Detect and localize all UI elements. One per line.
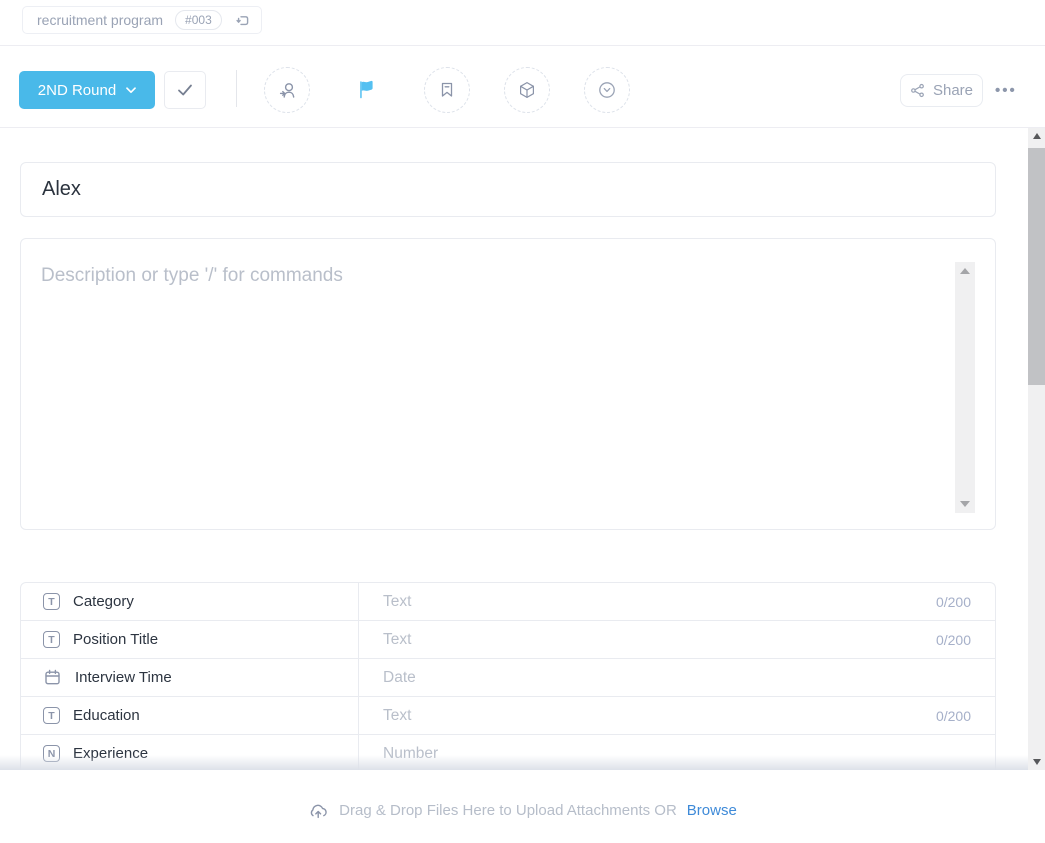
scroll-down-icon	[1033, 759, 1041, 765]
priority-flag-button[interactable]	[352, 76, 380, 104]
add-assignee-button[interactable]	[264, 67, 310, 113]
field-name-cell[interactable]: T Education	[21, 697, 359, 734]
cube-icon	[517, 80, 537, 100]
field-name-cell[interactable]: N Experience	[21, 735, 359, 770]
number-field-icon: N	[43, 745, 60, 762]
chevron-down-icon	[126, 87, 136, 94]
field-value-placeholder: Date	[383, 669, 416, 687]
scrollbar-up-button[interactable]	[1028, 128, 1045, 144]
complete-task-button[interactable]	[164, 71, 206, 109]
field-value-placeholder: Text	[383, 593, 411, 611]
custom-fields-table: T Category Text 0/200 T Position Title T…	[20, 582, 996, 770]
table-row: T Position Title Text 0/200	[21, 621, 995, 659]
field-value-cell[interactable]: Text 0/200	[359, 621, 995, 658]
share-label: Share	[933, 82, 973, 99]
field-value-cell[interactable]: Text 0/200	[359, 697, 995, 734]
scroll-down-icon[interactable]	[960, 501, 970, 507]
bookmark-icon	[437, 80, 457, 100]
scroll-up-icon[interactable]	[960, 268, 970, 274]
cloud-upload-icon	[308, 802, 329, 819]
field-value-placeholder: Text	[383, 631, 411, 649]
move-task-icon[interactable]	[234, 12, 251, 29]
header-bar: recruitment program #003	[0, 0, 1045, 46]
task-title-input[interactable]: Alex	[20, 162, 996, 217]
check-icon	[176, 82, 194, 98]
table-row: N Experience Number	[21, 735, 995, 770]
field-value-placeholder: Number	[383, 745, 438, 763]
share-button[interactable]: Share	[900, 74, 983, 107]
field-label: Interview Time	[75, 669, 172, 686]
table-row: Interview Time Date	[21, 659, 995, 697]
field-value-cell[interactable]: Date	[359, 659, 995, 696]
attachment-drop-zone[interactable]: Drag & Drop Files Here to Upload Attachm…	[0, 770, 1045, 843]
toolbar-divider	[236, 70, 237, 107]
task-title: Alex	[42, 178, 81, 201]
date-field-icon	[43, 668, 62, 687]
breadcrumb[interactable]: recruitment program #003	[22, 6, 262, 34]
status-automation-button[interactable]	[584, 67, 630, 113]
task-content: Alex Description or type '/' for command…	[0, 128, 1045, 770]
toolbar: 2ND Round	[0, 46, 1045, 128]
list-name: recruitment program	[37, 12, 163, 28]
ellipsis-icon: •••	[995, 82, 1017, 99]
field-label: Category	[73, 593, 134, 610]
field-label: Experience	[73, 745, 148, 762]
table-row: T Category Text 0/200	[21, 583, 995, 621]
text-field-icon: T	[43, 631, 60, 648]
description-placeholder: Description or type '/' for commands	[41, 265, 343, 287]
field-name-cell[interactable]: T Category	[21, 583, 359, 620]
field-value-cell[interactable]: Text 0/200	[359, 583, 995, 620]
field-value-placeholder: Text	[383, 707, 411, 725]
field-value-cell[interactable]: Number	[359, 735, 995, 770]
field-name-cell[interactable]: T Position Title	[21, 621, 359, 658]
circle-chevron-icon	[596, 79, 618, 101]
field-label: Education	[73, 707, 140, 724]
status-label: 2ND Round	[38, 82, 116, 99]
char-counter: 0/200	[936, 708, 971, 724]
char-counter: 0/200	[936, 632, 971, 648]
drop-files-label: Drag & Drop Files Here to Upload Attachm…	[339, 802, 677, 819]
dependencies-button[interactable]	[504, 67, 550, 113]
task-id-badge: #003	[175, 10, 222, 30]
description-scrollbar[interactable]	[955, 262, 975, 513]
char-counter: 0/200	[936, 594, 971, 610]
field-label: Position Title	[73, 631, 158, 648]
text-field-icon: T	[43, 707, 60, 724]
page-scrollbar[interactable]	[1028, 128, 1045, 770]
scrollbar-down-button[interactable]	[1028, 754, 1045, 770]
share-icon	[910, 83, 925, 98]
add-tag-button[interactable]	[424, 67, 470, 113]
flag-icon	[355, 79, 377, 101]
table-row: T Education Text 0/200	[21, 697, 995, 735]
more-options-button[interactable]: •••	[995, 74, 1017, 107]
browse-link[interactable]: Browse	[687, 802, 737, 819]
text-field-icon: T	[43, 593, 60, 610]
scrollbar-thumb[interactable]	[1028, 148, 1045, 385]
status-button[interactable]: 2ND Round	[19, 71, 155, 109]
field-name-cell[interactable]: Interview Time	[21, 659, 359, 696]
assignee-icon	[277, 80, 298, 101]
scroll-up-icon	[1033, 133, 1041, 139]
description-editor[interactable]: Description or type '/' for commands	[20, 238, 996, 530]
